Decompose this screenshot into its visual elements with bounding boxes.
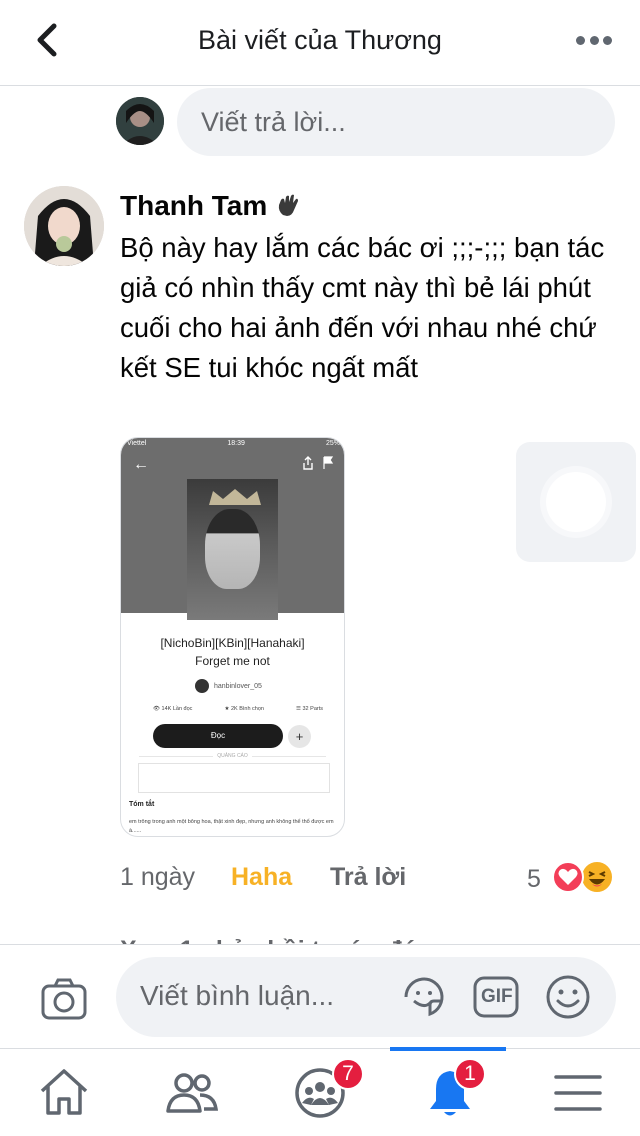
read-button: Đọc bbox=[153, 724, 283, 748]
parts-stat-text: 32 Parts bbox=[302, 706, 323, 712]
page-title: Bài viết của Thương bbox=[198, 25, 442, 55]
add-to-library-button: + bbox=[288, 725, 311, 748]
carrier-label: Viettel bbox=[127, 440, 147, 447]
book-title: [NichoBin][KBin][Hanahaki] Forget me not bbox=[121, 634, 344, 670]
view-previous-replies-link[interactable]: Xem 1 phản hồi trước đó bbox=[120, 930, 417, 944]
summary-heading: Tóm tắt bbox=[129, 801, 155, 808]
current-user-avatar bbox=[116, 97, 164, 145]
dot-icon bbox=[576, 35, 585, 45]
phone-status-bar: Viettel 18:39 25% bbox=[127, 440, 340, 452]
gif-label: GIF bbox=[481, 986, 513, 1007]
commenter-avatar[interactable] bbox=[24, 186, 104, 266]
reaction-button[interactable]: Haha bbox=[231, 863, 292, 892]
flag-icon bbox=[323, 456, 334, 469]
sticker-button[interactable] bbox=[400, 973, 448, 1021]
commenter-name-text: Thanh Tam bbox=[120, 190, 268, 221]
crown-icon bbox=[209, 489, 261, 505]
clock-label: 18:39 bbox=[227, 440, 245, 447]
author-name: hanbinlover_05 bbox=[214, 682, 262, 690]
loading-placeholder bbox=[516, 442, 636, 562]
reaction-count[interactable]: 5 bbox=[527, 865, 541, 894]
camera-icon bbox=[41, 978, 87, 1020]
reads-stat: 👁 14K Lần đọc bbox=[153, 706, 193, 712]
book-author: hanbinlover_05 bbox=[195, 679, 262, 693]
commenter-name[interactable]: Thanh Tam bbox=[120, 190, 301, 222]
camera-button[interactable] bbox=[40, 977, 88, 1021]
book-title-line-1: [NichoBin][KBin][Hanahaki] bbox=[160, 636, 305, 650]
battery-label: 25% bbox=[325, 440, 340, 447]
parts-stat: ☰ 32 Parts bbox=[296, 706, 323, 712]
votes-stat: ★ 2K Bình chọn bbox=[224, 706, 264, 712]
ad-label-text: QUẢNG CÁO bbox=[213, 753, 252, 759]
ad-label: QUẢNG CÁO bbox=[121, 753, 344, 759]
bottom-tab-bar bbox=[0, 1047, 640, 1136]
comment-input[interactable]: Viết bình luận... GIF bbox=[116, 957, 616, 1037]
reads-stat-text: 14K Lần đọc bbox=[161, 706, 193, 712]
top-nav-bar: Bài viết của Thương bbox=[0, 0, 640, 86]
emoji-button[interactable] bbox=[544, 973, 592, 1021]
groups-badge: 7 bbox=[332, 1058, 364, 1090]
arrow-left-icon: ← bbox=[133, 456, 149, 473]
book-cover-image bbox=[187, 479, 278, 620]
friends-icon bbox=[166, 1073, 219, 1113]
notifications-badge: 1 bbox=[454, 1058, 486, 1090]
tab-home[interactable] bbox=[38, 1067, 90, 1119]
reply-button[interactable]: Trả lời bbox=[330, 863, 406, 892]
author-avatar bbox=[195, 679, 209, 693]
heart-icon bbox=[552, 861, 584, 893]
comment-text: Bộ này hay lắm các bác ơi ;;;-;;; bạn tá… bbox=[120, 232, 605, 383]
active-tab-indicator bbox=[390, 1047, 506, 1051]
ad-placeholder-box bbox=[138, 763, 330, 793]
book-stats: 👁 14K Lần đọc ★ 2K Bình chọn ☰ 32 Parts bbox=[153, 706, 323, 712]
smiley-icon bbox=[546, 975, 590, 1019]
haha-icon bbox=[580, 860, 614, 894]
votes-stat-text: 2K Bình chọn bbox=[230, 706, 264, 712]
reply-placeholder: Viết trả lời... bbox=[201, 107, 346, 137]
hamburger-menu-icon bbox=[554, 1075, 602, 1111]
comment-timestamp: 1 ngày bbox=[120, 863, 196, 891]
book-title-line-2: Forget me not bbox=[195, 654, 270, 668]
book-cover-banner: Viettel 18:39 25% ← bbox=[121, 438, 344, 620]
tab-menu[interactable] bbox=[552, 1067, 604, 1119]
share-icon bbox=[303, 456, 313, 470]
cover-portrait bbox=[205, 509, 260, 589]
sticker-icon bbox=[404, 977, 444, 1017]
dot-icon bbox=[603, 35, 612, 45]
home-icon bbox=[40, 1069, 88, 1115]
more-options-button[interactable] bbox=[576, 34, 612, 46]
waving-hand-icon bbox=[279, 194, 299, 216]
gif-button[interactable]: GIF bbox=[472, 975, 520, 1019]
dot-icon bbox=[589, 35, 599, 45]
reply-input[interactable]: Viết trả lời... bbox=[177, 88, 615, 156]
summary-text: em trông trong anh một bông hoa, thật xi… bbox=[129, 819, 334, 834]
comment-composer: Viết bình luận... GIF bbox=[0, 944, 640, 1048]
loading-spinner-icon bbox=[546, 472, 606, 532]
comment-placeholder: Viết bình luận... bbox=[140, 980, 335, 1011]
comment-image-attachment[interactable]: Viettel 18:39 25% ← [NichoBin][KBin][Han… bbox=[120, 437, 345, 837]
tab-friends[interactable] bbox=[166, 1067, 219, 1119]
